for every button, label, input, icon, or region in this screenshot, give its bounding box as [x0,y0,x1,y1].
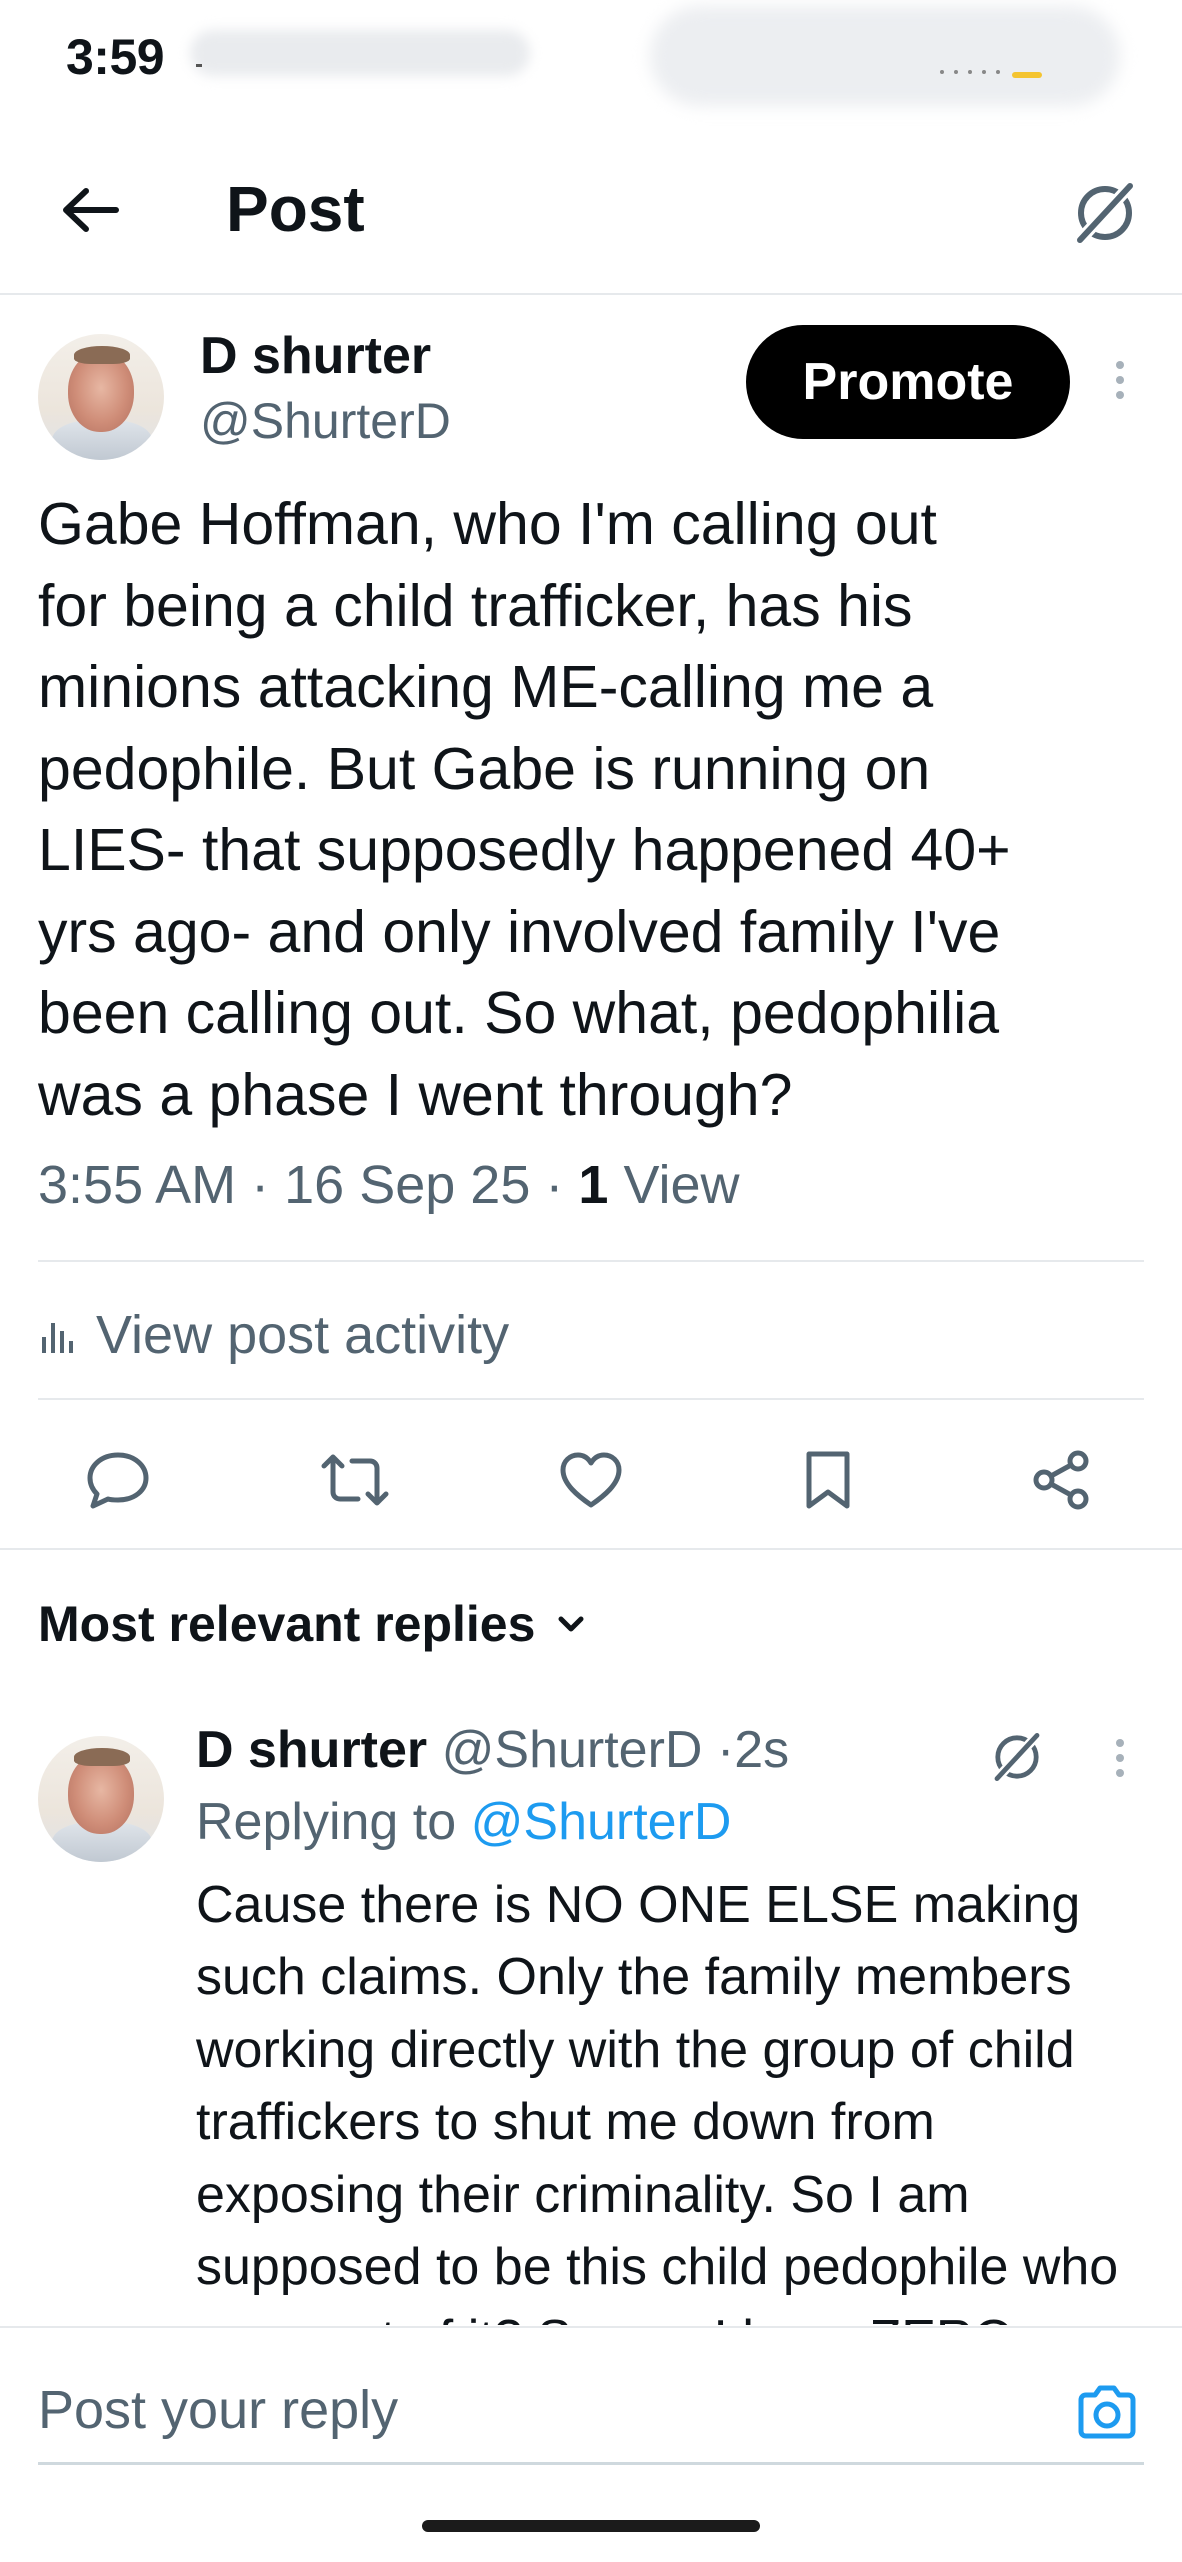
status-dash [196,64,202,67]
reply-icon [87,1452,149,1509]
more-options-icon[interactable] [1100,350,1140,410]
divider [0,1548,1182,1550]
replies-sort-label: Most relevant replies [38,1596,536,1652]
divider [38,1398,1144,1400]
page-title: Post [226,173,365,245]
post-meta: 3:55 AM · 16 Sep 25 · 1 View [38,1154,740,1216]
author-name[interactable]: D shurter [200,326,431,386]
home-indicator[interactable] [422,2520,760,2532]
views-count: 1 [578,1155,609,1215]
replying-prefix: Replying to [196,1793,457,1851]
divider [38,1260,1144,1262]
camera-icon [1078,2385,1136,2439]
reply-author-handle[interactable]: @ShurterD [442,1721,703,1779]
replies-sort-dropdown[interactable]: Most relevant replies [38,1595,593,1653]
chevron-down-icon [558,1616,584,1632]
bookmark-button[interactable] [778,1430,878,1530]
meta-separator: · [251,1155,285,1215]
reply-input[interactable]: Post your reply [38,2370,1058,2450]
grok-icon [1074,180,1136,246]
reply-time: 2s [734,1721,790,1779]
reply-input-underline [38,2462,1144,2465]
reply-more-options-icon[interactable] [1100,1728,1140,1788]
status-blur [190,30,530,76]
view-post-activity-label: View post activity [96,1305,510,1365]
like-button[interactable] [541,1430,641,1530]
author-handle[interactable]: @ShurterD [200,392,451,450]
camera-button[interactable] [1064,2372,1150,2452]
meta-separator: · [545,1155,579,1215]
reply-text: Cause there is NO ONE ELSE making such c… [196,1876,1119,2325]
share-button[interactable] [1012,1430,1112,1530]
reply-separator: · [716,1721,735,1779]
repost-button[interactable] [305,1430,405,1530]
reply-button[interactable] [68,1430,168,1530]
promote-button[interactable]: Promote [746,325,1070,439]
reply-grok-button[interactable] [982,1722,1052,1792]
reply-text-clip: Cause there is NO ONE ELSE making such c… [0,1860,1182,2325]
back-button[interactable] [40,160,140,260]
reply-header: D shurter @ShurterD ·2s [196,1720,789,1780]
arrow-left-icon [63,188,119,232]
reply-author-name[interactable]: D shurter [196,1721,427,1779]
views-label: View [623,1155,740,1215]
grok-button[interactable] [1060,168,1150,258]
post-text: Gabe Hoffman, who I'm calling out for be… [38,491,1011,1128]
status-time: 3:59 [66,29,165,85]
reply-author-avatar[interactable] [38,1736,164,1862]
post-time: 3:55 AM [38,1155,237,1215]
status-signal-icon [940,70,1042,78]
view-post-activity[interactable]: View post activity [38,1298,509,1372]
replying-to-mention[interactable]: @ShurterD [471,1793,732,1851]
grok-icon [992,1730,1042,1784]
status-icons-blur [650,6,1120,106]
share-icon [1033,1450,1089,1510]
replying-to: Replying to @ShurterD [196,1792,731,1852]
analytics-icon [42,1323,73,1353]
post-date: 16 Sep 25 [284,1155,531,1215]
header-divider [0,293,1182,295]
like-icon [560,1452,622,1508]
bookmark-icon [806,1451,850,1509]
author-avatar[interactable] [38,334,164,460]
repost-icon [321,1454,389,1506]
